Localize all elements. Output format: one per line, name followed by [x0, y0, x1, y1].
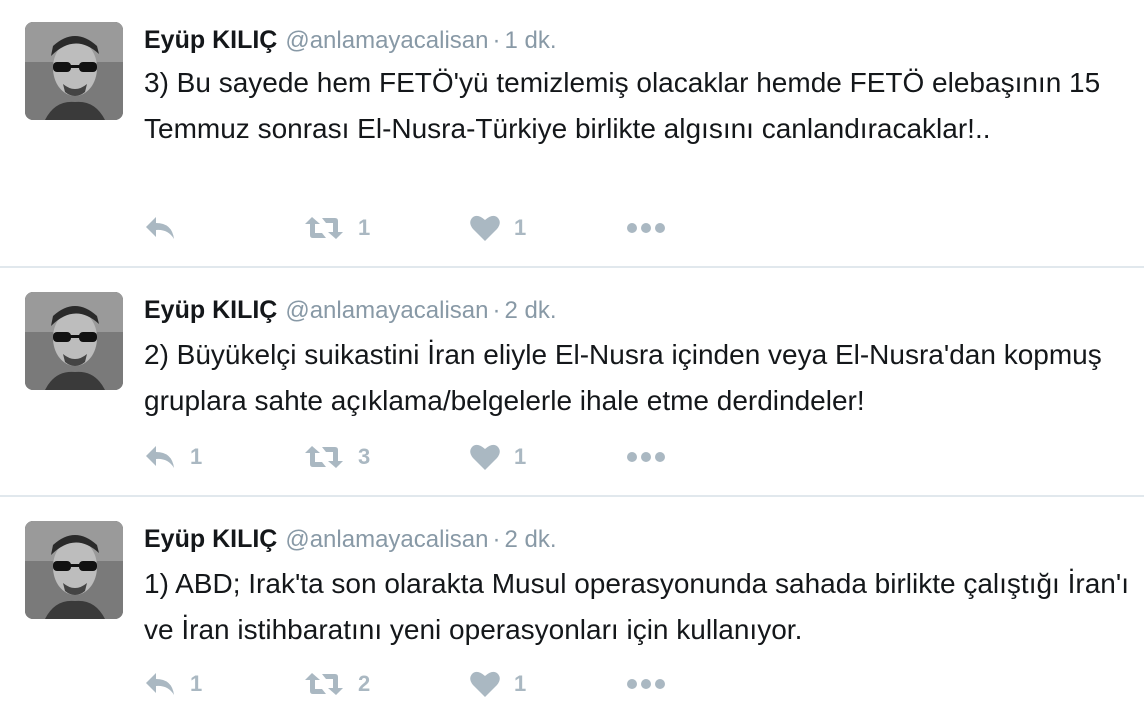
- tweet[interactable]: Eyüp KILIÇ @anlamayacalisan · 2 dk. 2) Büyü…: [0, 268, 1144, 497]
- retweet-count: 3: [358, 444, 371, 469]
- separator: ·: [492, 297, 501, 324]
- more-icon: [627, 223, 665, 233]
- profile-photo-icon: [25, 22, 123, 120]
- retweet-button[interactable]: 1: [304, 211, 370, 245]
- retweet-count: 2: [358, 671, 371, 696]
- separator: ·: [492, 27, 501, 54]
- like-count: 1: [514, 444, 527, 469]
- timestamp[interactable]: 1 dk.: [504, 27, 556, 54]
- retweet-icon: [305, 446, 343, 468]
- like-button[interactable]: 1: [470, 667, 526, 701]
- like-count: 1: [514, 215, 527, 240]
- like-button[interactable]: 1: [470, 440, 526, 474]
- retweet-icon: [305, 673, 343, 695]
- more-icon: [627, 679, 665, 689]
- tweet-header: Eyüp KILIÇ @anlamayacalisan · 2 dk.: [144, 521, 557, 557]
- like-button[interactable]: 1: [470, 211, 526, 245]
- reply-button[interactable]: 1: [144, 667, 202, 701]
- display-name[interactable]: Eyüp KILIÇ: [144, 26, 277, 54]
- profile-photo-icon: [25, 292, 123, 390]
- tweet-feed: Eyüp KILIÇ @anlamayacalisan · 1 dk. 3) Bu s…: [0, 0, 1144, 706]
- more-button[interactable]: [626, 667, 666, 701]
- username[interactable]: @anlamayacalisan: [285, 526, 488, 553]
- more-button[interactable]: [626, 440, 666, 474]
- separator: ·: [492, 526, 501, 553]
- avatar[interactable]: [25, 22, 123, 120]
- retweet-icon: [305, 217, 343, 239]
- reply-count: 1: [190, 444, 203, 469]
- tweet-header: Eyüp KILIÇ @anlamayacalisan · 2 dk.: [144, 292, 557, 328]
- avatar[interactable]: [25, 292, 123, 390]
- reply-icon: [146, 673, 174, 695]
- reply-icon: [146, 217, 174, 239]
- tweet-text: 2) Büyükelçi suikastini İran eliyle El-N…: [144, 339, 1102, 416]
- more-button[interactable]: [626, 211, 666, 245]
- reply-button[interactable]: 1: [144, 440, 202, 474]
- retweet-button[interactable]: 3: [304, 440, 370, 474]
- more-icon: [627, 452, 665, 462]
- avatar[interactable]: [25, 521, 123, 619]
- timestamp[interactable]: 2 dk.: [504, 526, 556, 553]
- username[interactable]: @anlamayacalisan: [285, 297, 488, 324]
- heart-icon: [470, 444, 500, 470]
- tweet[interactable]: Eyüp KILIÇ @anlamayacalisan · 1 dk. 3) Bu s…: [0, 0, 1144, 268]
- heart-icon: [470, 671, 500, 697]
- tweet-header: Eyüp KILIÇ @anlamayacalisan · 1 dk.: [144, 22, 557, 58]
- tweet[interactable]: Eyüp KILIÇ @anlamayacalisan · 2 dk. 1) ABD;…: [0, 497, 1144, 706]
- display-name[interactable]: Eyüp KILIÇ: [144, 296, 277, 324]
- tweet-actions: 1 3 1: [144, 440, 744, 474]
- tweet-actions: 1 2 1: [144, 667, 744, 701]
- reply-button[interactable]: [144, 211, 190, 245]
- like-count: 1: [514, 671, 527, 696]
- retweet-count: 1: [358, 215, 371, 240]
- reply-icon: [146, 446, 174, 468]
- timestamp[interactable]: 2 dk.: [504, 297, 556, 324]
- profile-photo-icon: [25, 521, 123, 619]
- retweet-button[interactable]: 2: [304, 667, 370, 701]
- tweet-text: 1) ABD; Irak'ta son olarakta Musul opera…: [144, 568, 1129, 645]
- tweet-text: 3) Bu sayede hem FETÖ'yü temizlemiş olac…: [144, 67, 1101, 144]
- tweet-actions: 1 1: [144, 211, 744, 245]
- heart-icon: [470, 215, 500, 241]
- reply-count: 1: [190, 671, 203, 696]
- display-name[interactable]: Eyüp KILIÇ: [144, 525, 277, 553]
- username[interactable]: @anlamayacalisan: [285, 27, 488, 54]
